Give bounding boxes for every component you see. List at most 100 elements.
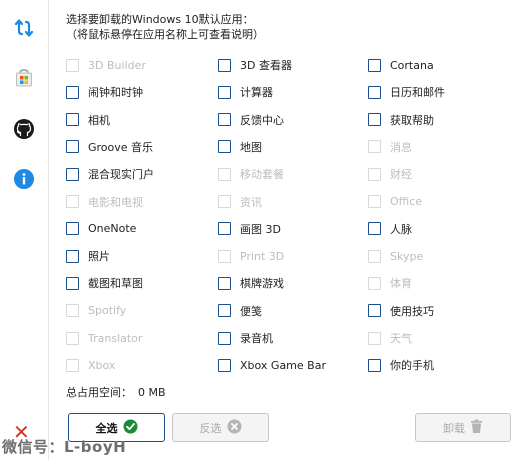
checkbox[interactable] [66,140,79,154]
app-checkbox-item[interactable]: 截图和草图 [66,273,143,293]
app-checkbox-item[interactable]: 录音机 [218,328,273,348]
checkbox[interactable] [218,331,231,345]
app-label: 相机 [88,113,110,127]
checkbox[interactable] [218,140,231,154]
checkbox [66,331,79,345]
checkbox[interactable] [218,276,231,290]
app-label: 资讯 [240,195,262,209]
app-label: 你的手机 [390,359,434,373]
total-size: 总占用空间： 0 MB [66,384,166,400]
check-circle-icon [123,419,138,437]
checkbox[interactable] [218,358,231,372]
watermark: 微信号：L-boyH [2,438,127,456]
app-label: 闹钟和时钟 [88,86,143,100]
checkbox[interactable] [368,113,381,127]
app-label: 电影和电视 [88,195,143,209]
app-label: 使用技巧 [390,304,434,318]
app-checkbox-item[interactable]: 反馈中心 [218,110,284,130]
app-label: 混合现实门户 [88,168,154,182]
checkbox [368,195,381,208]
app-label: 地图 [240,140,262,154]
checkbox[interactable] [368,58,381,72]
checkbox[interactable] [368,222,381,236]
app-checkbox-item[interactable]: 3D 查看器 [218,55,292,75]
github-icon[interactable] [10,115,38,143]
select-all-label: 全选 [95,421,118,435]
checkbox[interactable] [368,304,381,318]
app-label: OneNote [88,222,137,236]
sidebar-divider [48,0,49,460]
app-checkbox-item[interactable]: Xbox Game Bar [218,355,326,375]
app-checkbox-item: 消息 [368,137,412,157]
app-label: 截图和草图 [88,277,143,291]
app-checkbox-item[interactable]: 你的手机 [368,355,434,375]
app-label: 人脉 [390,222,412,236]
app-checkbox-item[interactable]: 相机 [66,110,110,130]
app-checkbox-item[interactable]: 日历和邮件 [368,82,445,102]
checkbox[interactable] [66,85,79,99]
checkbox[interactable] [218,304,231,318]
app-checkbox-item[interactable]: Groove 音乐 [66,137,153,157]
info-icon[interactable] [10,165,38,193]
app-label: 画图 3D [240,222,281,236]
app-label: 获取帮助 [390,113,434,127]
trash-icon [470,419,483,437]
app-checkbox-item: Skype [368,246,423,266]
instructions-line-2: （将鼠标悬停在应用名称上可查看说明） [66,28,264,41]
app-checkbox-item[interactable]: 混合现实门户 [66,164,154,184]
checkbox[interactable] [368,85,381,99]
app-checkbox-item[interactable]: Cortana [368,55,434,75]
checkbox[interactable] [218,85,231,99]
checkbox[interactable] [218,113,231,127]
app-checkbox-item: 移动套餐 [218,164,284,184]
app-label: Translator [88,331,143,345]
checkbox [368,331,381,345]
checkbox[interactable] [66,276,79,290]
app-checkbox-item[interactable]: 闹钟和时钟 [66,82,143,102]
checkbox [66,358,79,372]
total-size-label: 总占用空间： [66,386,132,399]
checkbox[interactable] [368,358,381,372]
checkbox [218,167,231,181]
checkbox [368,140,381,154]
refresh-icon[interactable] [10,14,38,42]
app-checkbox-item: 财经 [368,164,412,184]
checkbox[interactable] [66,167,79,181]
checkbox[interactable] [218,222,231,236]
app-checkbox-item[interactable]: 获取帮助 [368,110,434,130]
app-checkbox-item[interactable]: 画图 3D [218,219,281,239]
checkbox [368,276,381,290]
uninstall-button[interactable]: 卸载 [415,413,511,442]
invert-selection-button[interactable]: 反选 [172,413,269,442]
checkbox[interactable] [66,222,79,236]
app-label: 录音机 [240,332,273,345]
app-checkbox-item[interactable]: 地图 [218,137,262,157]
checkbox [218,249,231,263]
app-checkbox-item[interactable]: 照片 [66,246,110,266]
total-size-value: 0 MB [138,386,166,399]
app-label: 计算器 [240,86,273,100]
app-checkbox-item[interactable]: 计算器 [218,82,273,102]
close-circle-icon [227,419,242,437]
checkbox[interactable] [218,58,231,72]
app-checkbox-item[interactable]: OneNote [66,219,136,239]
app-label: 棋牌游戏 [240,277,284,291]
checkbox[interactable] [66,113,79,127]
app-checkbox-item[interactable]: 便笺 [218,301,262,321]
app-checkbox-item[interactable]: 棋牌游戏 [218,273,284,293]
checkbox [66,195,79,208]
app-label: 财经 [390,168,412,182]
checkbox [218,195,231,208]
app-label: Spotify [88,304,127,318]
app-label: Cortana [390,58,434,72]
app-label: 照片 [88,250,110,264]
app-checkbox-item: Print 3D [218,246,284,266]
app-label: 3D 查看器 [240,59,292,72]
checkbox[interactable] [66,249,79,263]
app-checkbox-item[interactable]: 使用技巧 [368,301,434,321]
store-icon[interactable] [10,64,38,92]
app-label: 移动套餐 [240,168,284,182]
app-label: 体育 [390,277,412,291]
app-checkbox-item[interactable]: 人脉 [368,219,412,239]
app-label: Xbox Game Bar [240,358,326,372]
